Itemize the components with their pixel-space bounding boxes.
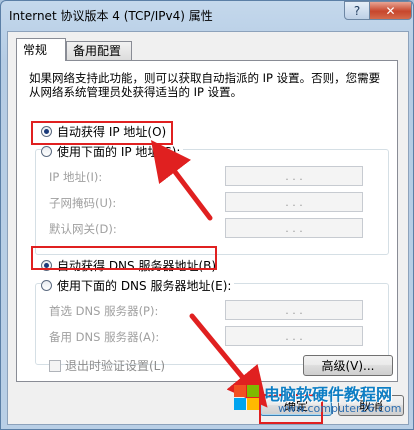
manual-dns-radio[interactable]: 使用下面的 DNS 服务器地址(E): [41, 277, 235, 294]
watermark: 电脑软硬件教程网 www.computer26.com [230, 377, 414, 430]
validate-settings-checkbox[interactable]: 退出时验证设置(L) [49, 357, 165, 374]
manual-ip-label: 使用下面的 IP 地址(S): [57, 145, 181, 159]
title-bar[interactable]: Internet 协议版本 4 (TCP/IPv4) 属性 ? ✕ [1, 1, 413, 29]
help-icon: ? [353, 3, 361, 18]
highlight-auto-dns [31, 246, 217, 270]
tab-general[interactable]: 常规 [16, 38, 66, 61]
alternate-dns-input[interactable]: . . . [225, 326, 363, 346]
windows-logo-icon [234, 385, 259, 410]
advanced-button[interactable]: 高级(V)... [303, 355, 393, 376]
close-button[interactable]: ✕ [369, 1, 412, 20]
subnet-mask-label: 子网掩码(U): [49, 196, 117, 210]
tab-alternate-config[interactable]: 备用配置 [66, 41, 132, 60]
alternate-dns-label: 备用 DNS 服务器(A): [49, 330, 160, 344]
dialog-client-area: 常规 备用配置 如果网络支持此功能，则可以获取自动指派的 IP 设置。否则，您需… [7, 31, 409, 425]
manual-dns-group [35, 283, 389, 365]
default-gateway-label: 默认网关(D): [49, 222, 117, 236]
radio-unselected-icon [41, 280, 52, 291]
manual-ip-radio[interactable]: 使用下面的 IP 地址(S): [41, 143, 184, 160]
watermark-url: www.computer26.com [278, 402, 402, 415]
close-icon: ✕ [385, 3, 396, 18]
help-button[interactable]: ? [344, 1, 370, 20]
highlight-auto-ip [31, 121, 173, 145]
general-tab-panel: 如果网络支持此功能，则可以获取自动指派的 IP 设置。否则，您需要从网络系统管理… [16, 60, 398, 382]
default-gateway-input[interactable]: . . . [225, 218, 363, 238]
ip-address-label: IP 地址(I): [49, 170, 103, 184]
validate-settings-label: 退出时验证设置(L) [65, 359, 166, 373]
ip-address-input[interactable]: . . . [225, 166, 363, 186]
tcp-ipv4-properties-dialog: Internet 协议版本 4 (TCP/IPv4) 属性 ? ✕ 常规 备用配… [0, 0, 414, 430]
window-title: Internet 协议版本 4 (TCP/IPv4) 属性 [9, 9, 213, 23]
subnet-mask-input[interactable]: . . . [225, 192, 363, 212]
preferred-dns-label: 首选 DNS 服务器(P): [49, 304, 159, 318]
preferred-dns-input[interactable]: . . . [225, 300, 363, 320]
radio-unselected-icon [41, 146, 52, 157]
manual-dns-label: 使用下面的 DNS 服务器地址(E): [57, 279, 232, 293]
description-text: 如果网络支持此功能，则可以获取自动指派的 IP 设置。否则，您需要从网络系统管理… [29, 71, 381, 99]
checkbox-icon [49, 359, 61, 372]
